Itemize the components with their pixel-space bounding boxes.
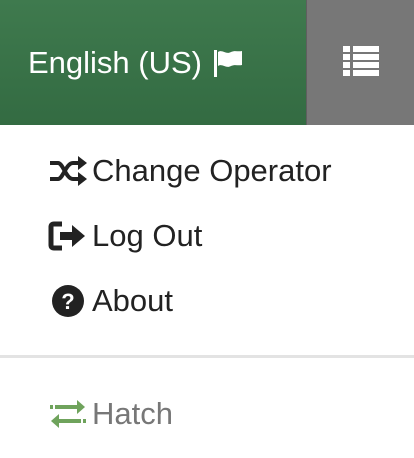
shuffle-icon — [48, 156, 88, 186]
menu-divider — [0, 355, 414, 358]
list-icon — [342, 44, 379, 81]
flag-icon — [212, 47, 244, 79]
question-circle-icon: ? — [48, 284, 88, 318]
menu-item-about[interactable]: ? About — [48, 277, 173, 325]
menu-item-change-operator[interactable]: Change Operator — [48, 147, 332, 195]
menu-item-log-out[interactable]: Log Out — [48, 212, 202, 260]
top-bar: English (US) — [0, 0, 414, 125]
language-label: English (US) — [28, 44, 202, 80]
sign-out-icon — [48, 220, 88, 252]
menu-item-label: Log Out — [92, 218, 203, 253]
language-selector-button[interactable]: English (US) — [0, 0, 306, 125]
svg-text:?: ? — [61, 289, 74, 314]
dropdown-menu: Change Operator Log Out ? About Hatch — [0, 125, 414, 458]
app-root: English (US) Change Operator Log Out ? A… — [0, 0, 414, 458]
menu-item-label: Hatch — [92, 396, 173, 431]
menu-toggle-button[interactable] — [306, 0, 414, 125]
exchange-arrows-icon — [48, 399, 88, 429]
menu-item-label: Change Operator — [92, 153, 332, 188]
menu-item-hatch[interactable]: Hatch — [48, 390, 173, 438]
menu-item-label: About — [92, 283, 174, 318]
